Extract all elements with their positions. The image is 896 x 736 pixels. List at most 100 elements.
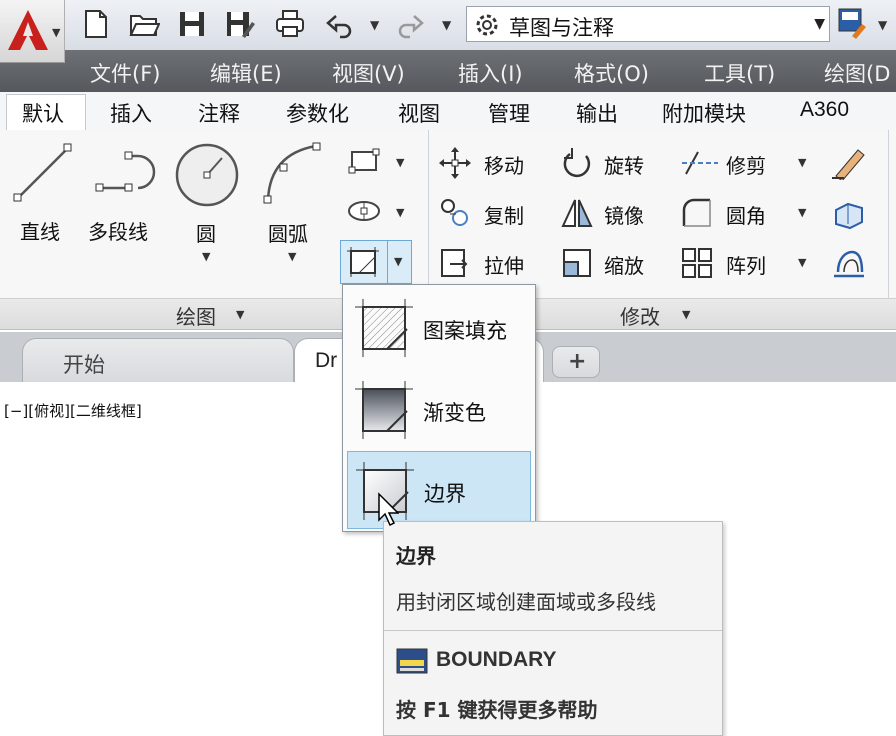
rotate-icon: [563, 148, 591, 177]
line-label: 直线: [20, 220, 60, 244]
new-tab-button[interactable]: +: [552, 346, 600, 378]
tab-a360[interactable]: A360: [800, 98, 849, 122]
tab-insert[interactable]: 插入: [110, 98, 152, 128]
menu-draw[interactable]: 绘图(D: [824, 58, 890, 88]
plus-icon: +: [568, 349, 587, 374]
fillet-button[interactable]: 圆角: [726, 200, 766, 229]
arc-dropdown-icon[interactable]: ▼: [288, 250, 296, 263]
command-line-icon: [396, 648, 428, 674]
menu-tools[interactable]: 工具(T): [704, 58, 775, 88]
hatch-split-button[interactable]: ▼: [340, 240, 412, 284]
hatch-pattern-icon: [355, 299, 413, 357]
app-menu-chevron-icon: ▼: [52, 26, 61, 39]
arc-icon: [263, 142, 321, 204]
scale-button[interactable]: 缩放: [604, 250, 644, 279]
doc-tab-drawing-label: Dr: [315, 349, 338, 372]
doc-tab-start[interactable]: 开始: [22, 338, 294, 382]
chevron-down-icon: ▼: [394, 255, 403, 268]
workspace-selector[interactable]: 草图与注释 ▼: [466, 6, 830, 42]
array-icon: [682, 248, 712, 278]
workspace-name: 草图与注释: [509, 16, 614, 40]
tab-parametric[interactable]: 参数化: [286, 98, 349, 128]
rectangle-dropdown-icon[interactable]: ▼: [396, 156, 404, 169]
fillet-dropdown-icon[interactable]: ▼: [798, 206, 806, 219]
array-dropdown-icon[interactable]: ▼: [798, 256, 806, 269]
boundary-tooltip: 边界 用封闭区域创建面域或多段线 BOUNDARY 按 F1 键获得更多帮助: [383, 521, 723, 736]
tab-addins[interactable]: 附加模块: [662, 98, 746, 128]
tab-annotate[interactable]: 注释: [198, 98, 240, 128]
circle-label: 圆: [196, 222, 216, 246]
redo-dropdown-icon[interactable]: ▼: [442, 18, 451, 32]
ellipse-icon[interactable]: [346, 196, 382, 226]
trim-icon: [682, 151, 718, 175]
menu-insert[interactable]: 插入(I): [458, 58, 523, 88]
stretch-icon: [441, 249, 468, 277]
tab-output[interactable]: 输出: [576, 98, 618, 128]
plot-icon[interactable]: [274, 8, 306, 40]
line-button[interactable]: 直线: [8, 138, 78, 248]
dropdown-item-gradient[interactable]: 渐变色: [347, 371, 531, 449]
trim-dropdown-icon[interactable]: ▼: [798, 156, 806, 169]
trim-button[interactable]: 修剪: [726, 150, 766, 179]
draw-panel-title[interactable]: 绘图: [176, 301, 216, 330]
boundary-label: 边界: [424, 482, 466, 506]
save-as-icon[interactable]: [224, 8, 256, 40]
customize-toolbar-icon[interactable]: [836, 6, 870, 40]
gradient-icon: [355, 381, 413, 439]
polyline-icon: [95, 151, 156, 192]
rotate-button[interactable]: 旋转: [604, 150, 644, 179]
redo-icon[interactable]: [394, 8, 426, 40]
modify-panel-expand-icon[interactable]: ▼: [682, 308, 690, 321]
application-menu-button[interactable]: ▼: [0, 0, 65, 63]
tab-view[interactable]: 视图: [398, 98, 440, 128]
circle-icon: [175, 143, 239, 207]
new-icon[interactable]: [80, 8, 112, 40]
array-button[interactable]: 阵列: [726, 250, 766, 279]
tooltip-description: 用封闭区域创建面域或多段线: [396, 590, 656, 614]
rectangle-icon[interactable]: [346, 146, 382, 176]
polyline-label: 多段线: [88, 220, 148, 244]
menu-file[interactable]: 文件(F): [90, 58, 160, 88]
gear-icon: [476, 14, 498, 36]
mirror-icon: [561, 199, 593, 227]
hatch-dropdown-toggle[interactable]: ▼: [387, 241, 412, 283]
undo-dropdown-icon[interactable]: ▼: [370, 18, 379, 32]
dropdown-item-hatch[interactable]: 图案填充: [347, 289, 531, 367]
copy-button[interactable]: 复制: [484, 200, 524, 229]
menu-edit[interactable]: 编辑(E): [210, 58, 282, 88]
save-icon[interactable]: [176, 8, 208, 40]
circle-button[interactable]: 圆 ▼: [170, 138, 244, 268]
ellipse-dropdown-icon[interactable]: ▼: [396, 206, 404, 219]
tooltip-command: BOUNDARY: [436, 648, 557, 671]
menu-format[interactable]: 格式(O): [574, 58, 649, 88]
arc-button[interactable]: 圆弧 ▼: [256, 138, 332, 268]
move-button[interactable]: 移动: [484, 150, 524, 179]
menu-view[interactable]: 视图(V): [332, 58, 405, 88]
tab-manage[interactable]: 管理: [488, 98, 530, 128]
polyline-button[interactable]: 多段线: [84, 138, 164, 248]
stretch-button[interactable]: 拉伸: [484, 250, 524, 279]
move-icon: [439, 147, 471, 179]
erase-icon[interactable]: [830, 144, 868, 180]
doc-tab-start-label: 开始: [63, 353, 105, 377]
tab-default[interactable]: 默认: [22, 98, 64, 128]
mouse-cursor-icon: [378, 492, 399, 527]
gradient-label: 渐变色: [423, 401, 486, 425]
undo-icon[interactable]: [324, 8, 356, 40]
dropdown-item-boundary[interactable]: 边界: [347, 451, 531, 529]
mirror-button[interactable]: 镜像: [604, 200, 644, 229]
line-icon: [13, 143, 72, 202]
chevron-down-icon: ▼: [814, 16, 825, 32]
circle-dropdown-icon[interactable]: ▼: [202, 250, 210, 263]
copy-icon: [441, 199, 468, 226]
modify-panel-title[interactable]: 修改: [620, 301, 660, 330]
hatch-label: 图案填充: [423, 319, 507, 343]
explode-icon[interactable]: [830, 196, 868, 230]
viewport-controls[interactable]: [−][俯视][二维线框]: [4, 400, 142, 421]
draw-panel-expand-icon[interactable]: ▼: [236, 308, 244, 321]
hatch-dropdown-menu: 图案填充 渐变色 边界: [342, 284, 536, 532]
menu-bar: 文件(F) 编辑(E) 视图(V) 插入(I) 格式(O) 工具(T) 绘图(D: [0, 50, 896, 92]
more-icon[interactable]: ▼: [878, 18, 887, 32]
open-icon[interactable]: [128, 8, 160, 40]
offset-icon[interactable]: [830, 246, 868, 280]
